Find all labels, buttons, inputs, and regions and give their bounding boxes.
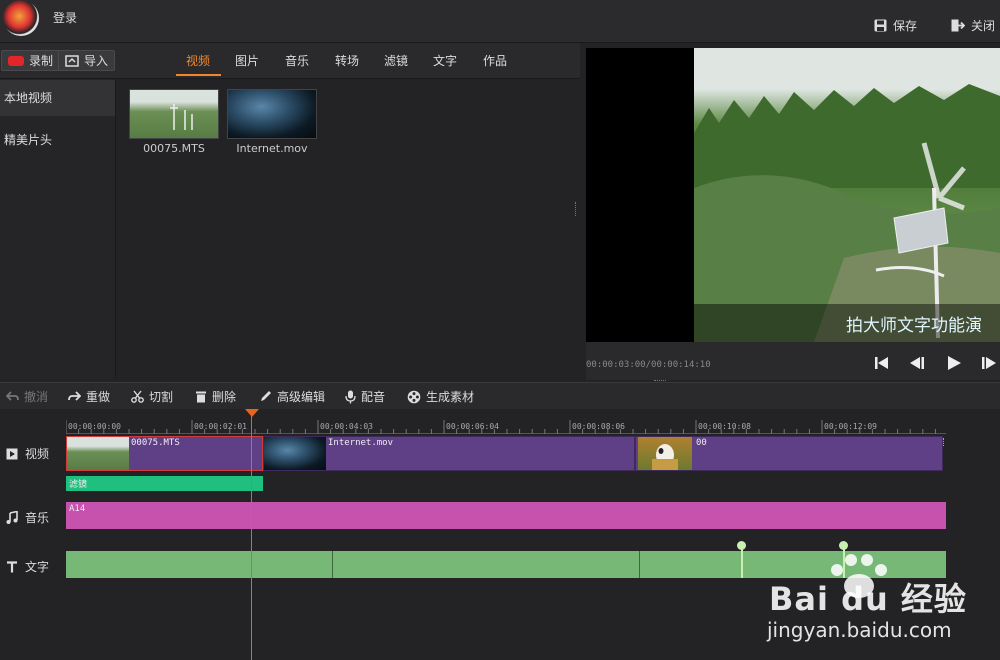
- text-clip-divider: [332, 551, 333, 578]
- ruler-tick-label: 00:00:04:03: [320, 422, 373, 431]
- media-item[interactable]: Internet.mov: [227, 89, 317, 155]
- close-button[interactable]: 关闭: [951, 17, 995, 34]
- sidebar-item-intros[interactable]: 精美片头: [0, 122, 115, 158]
- record-label: 录制: [29, 54, 54, 68]
- text-t-icon: [7, 560, 17, 572]
- top-bar: [0, 0, 1000, 43]
- import-button[interactable]: 导入: [58, 50, 116, 71]
- undo-icon: [6, 391, 19, 401]
- track-label-text: 音乐: [25, 511, 50, 525]
- tab-video[interactable]: 视频: [186, 52, 210, 69]
- scissors-icon: [131, 390, 144, 403]
- clip-resize-handle[interactable]: [943, 438, 946, 446]
- clip-thumbnail: [264, 437, 326, 470]
- track-label-music: 音乐: [6, 509, 49, 526]
- dub-label: 配音: [361, 390, 386, 404]
- ruler-tick-label: 00:00:08:06: [572, 422, 625, 431]
- watermark-url: jingyan.baidu.com: [767, 618, 952, 642]
- media-item-name: 00075.MTS: [143, 142, 205, 155]
- clip-name: 00: [696, 438, 707, 448]
- video-clip[interactable]: Internet.mov: [263, 436, 635, 471]
- film-reel-icon: [407, 390, 421, 403]
- delete-button[interactable]: 删除: [195, 388, 236, 405]
- playhead[interactable]: [251, 409, 252, 660]
- preview-video: [694, 48, 1000, 342]
- track-label-text: 视频: [25, 447, 50, 461]
- media-item-name: Internet.mov: [236, 142, 308, 155]
- undo-button[interactable]: 撤消: [6, 388, 48, 405]
- redo-icon: [68, 391, 81, 401]
- track-label-text-track: 文字: [6, 558, 49, 575]
- panel-splitter[interactable]: [575, 202, 578, 216]
- close-label: 关闭: [971, 19, 996, 33]
- app-logo: [3, 0, 39, 36]
- video-clip[interactable]: 00: [635, 436, 943, 471]
- clip-thumbnail: [67, 437, 129, 470]
- ruler-tick-label: 00:00:06:04: [446, 422, 499, 431]
- tab-text[interactable]: 文字: [433, 52, 457, 69]
- generate-material-button[interactable]: 生成素材: [407, 388, 474, 405]
- tab-filter[interactable]: 滤镜: [384, 52, 408, 69]
- media-thumbnail: [227, 89, 317, 139]
- music-clip[interactable]: A14: [66, 502, 946, 529]
- save-icon: [874, 19, 887, 32]
- redo-label: 重做: [86, 390, 111, 404]
- login-link[interactable]: 登录: [53, 9, 77, 26]
- sidebar-item-local-video[interactable]: 本地视频: [0, 80, 115, 116]
- tab-transition[interactable]: 转场: [335, 52, 359, 69]
- skip-start-icon[interactable]: [873, 354, 891, 372]
- trash-icon: [196, 391, 206, 403]
- microphone-icon: [345, 390, 356, 403]
- step-forward-icon[interactable]: [980, 354, 998, 372]
- filter-clip[interactable]: 滤镜: [66, 476, 263, 491]
- preview-subtitle: 拍大师文字功能演: [846, 316, 982, 336]
- save-label: 保存: [893, 19, 918, 33]
- exit-icon: [951, 19, 965, 32]
- media-item[interactable]: 00075.MTS: [129, 89, 219, 155]
- playhead-handle[interactable]: [245, 409, 259, 417]
- track-label-text: 文字: [25, 560, 50, 574]
- clip-thumbnail: [638, 437, 692, 470]
- media-thumbnail: [129, 89, 219, 139]
- undo-label: 撤消: [24, 390, 49, 404]
- ruler-tick-label: 00:00:00:00: [68, 422, 121, 431]
- record-button[interactable]: 录制: [1, 50, 61, 71]
- baidu-watermark: Bai du 经验 jingyan.baidu.com: [765, 552, 997, 660]
- active-tab-indicator: [176, 74, 221, 76]
- track-label-video: 视频: [6, 445, 49, 462]
- text-marker-line: [741, 549, 743, 578]
- ruler-tick-label: 00:00:10:08: [698, 422, 751, 431]
- generate-material-label: 生成素材: [426, 390, 475, 404]
- pencil-icon: [261, 391, 271, 401]
- advanced-edit-label: 高级编辑: [277, 390, 326, 404]
- video-track-icon: [6, 448, 18, 459]
- play-icon[interactable]: [945, 354, 963, 372]
- import-icon: [65, 54, 79, 67]
- clip-name: Internet.mov: [328, 438, 394, 448]
- cut-label: 切割: [149, 390, 174, 404]
- dub-button[interactable]: 配音: [345, 388, 385, 405]
- clip-name: 00075.MTS: [131, 438, 180, 448]
- import-label: 导入: [84, 54, 109, 68]
- ruler-tick-label: 00:00:12:09: [824, 422, 877, 431]
- redo-button[interactable]: 重做: [68, 388, 110, 405]
- tab-works[interactable]: 作品: [483, 52, 507, 69]
- step-back-icon[interactable]: [908, 354, 926, 372]
- music-clip-name: A14: [69, 504, 86, 514]
- advanced-edit-button[interactable]: 高级编辑: [259, 388, 325, 405]
- cut-button[interactable]: 切割: [131, 388, 173, 405]
- preview-timecode: 00:00:03:00/00:00:14:10: [586, 360, 711, 370]
- ruler-tick-label: 00:00:02:01: [194, 422, 247, 431]
- watermark-brand: Bai du 经验: [769, 580, 967, 618]
- text-clip-divider: [639, 551, 640, 578]
- record-icon: [8, 55, 24, 66]
- video-clip-selected[interactable]: 00075.MTS: [66, 436, 263, 471]
- save-button[interactable]: 保存: [874, 17, 917, 34]
- tab-music[interactable]: 音乐: [285, 52, 309, 69]
- filter-clip-label: 滤镜: [69, 480, 88, 490]
- music-note-icon: [6, 511, 18, 524]
- tab-image[interactable]: 图片: [235, 52, 259, 69]
- delete-label: 删除: [212, 390, 237, 404]
